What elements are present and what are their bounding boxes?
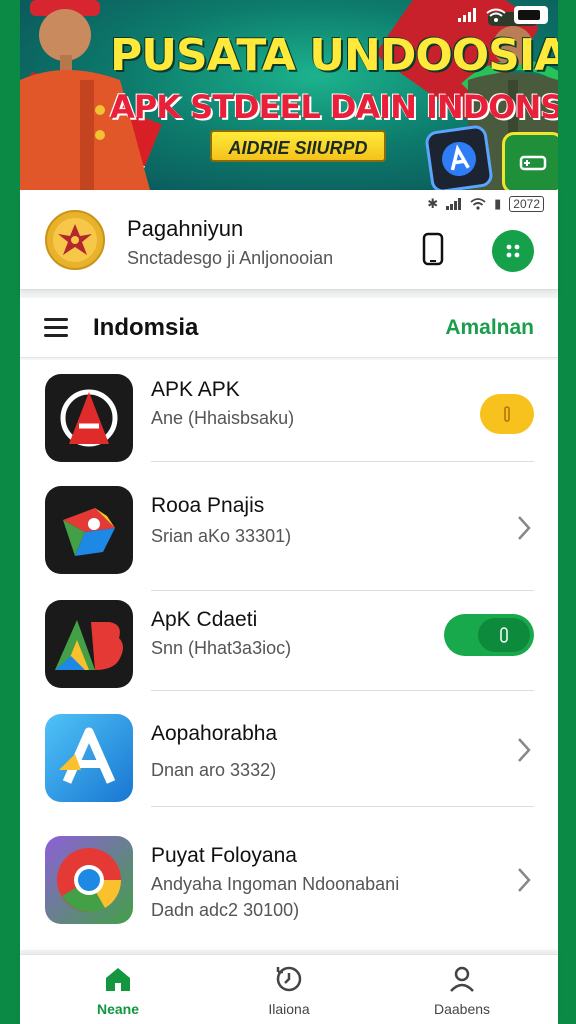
dots-grid-icon bbox=[506, 244, 520, 258]
user-icon bbox=[450, 966, 474, 992]
bottom-navigation: Neane Ilaiona Daabens bbox=[20, 954, 558, 1024]
item-title: Rooa Pnajis bbox=[151, 494, 265, 517]
item-subtitle: Srian aKo 33301) bbox=[151, 526, 292, 546]
item-subtitle: Ane (Hhaisbsaku) bbox=[151, 408, 295, 428]
nav-label: Ilaiona bbox=[268, 1001, 310, 1017]
nav-label: Daabens bbox=[433, 1001, 491, 1017]
divider bbox=[151, 590, 534, 591]
enable-toggle[interactable] bbox=[444, 614, 534, 656]
item-title: Aopahorabha bbox=[151, 722, 278, 745]
item-title: Puyat Foloyana bbox=[151, 844, 297, 867]
status-time: 2072 bbox=[509, 196, 544, 212]
list-item[interactable]: Puyat Foloyana Andyaha Ingoman Ndoonaban… bbox=[20, 836, 558, 936]
nav-profile[interactable]: Daabens bbox=[402, 963, 522, 1017]
divider bbox=[151, 806, 534, 807]
chevron-right-icon[interactable] bbox=[516, 866, 532, 894]
wifi-icon bbox=[486, 8, 506, 22]
section-action-link[interactable]: Amalnan bbox=[445, 316, 534, 340]
status-pill[interactable] bbox=[480, 394, 534, 434]
chevron-right-icon[interactable] bbox=[516, 514, 532, 542]
account-name: Pagahniyun bbox=[127, 216, 244, 241]
blue-a-store-icon bbox=[45, 714, 133, 802]
bluetooth-icon: ✱ bbox=[427, 196, 439, 211]
section-toolbar: Indomsia Amalnan bbox=[20, 298, 558, 358]
signal-icon bbox=[458, 8, 476, 22]
account-header: ✱ ▮ 2072 Pagahniyun Snctadesgo ji Anljon… bbox=[20, 190, 558, 290]
item-subtitle-secondary: Dadn adc2 30100) bbox=[151, 900, 300, 920]
controller-icon bbox=[519, 155, 547, 171]
list-item[interactable]: ApK Cdaeti Snn (Hhat3a3ioc) bbox=[20, 598, 558, 691]
item-title: APK APK bbox=[151, 378, 240, 401]
banner-badge[interactable]: AIDRIE SIIURPD bbox=[210, 130, 386, 162]
item-subtitle: Dnan aro 3332) bbox=[151, 760, 277, 780]
chrome-icon bbox=[45, 836, 133, 924]
divider bbox=[151, 461, 534, 462]
chevron-right-icon[interactable] bbox=[516, 736, 532, 764]
game-controller-tile[interactable] bbox=[502, 132, 558, 190]
emblem-avatar[interactable] bbox=[45, 210, 105, 270]
promo-banner[interactable]: PUSATA UNDOOSIA APK STDEEL DAIN INDONSIA… bbox=[20, 0, 558, 190]
signal-icon bbox=[446, 198, 462, 210]
item-subtitle: Snn (Hhat3a3ioc) bbox=[151, 638, 292, 658]
nav-label: Neane bbox=[96, 1001, 140, 1017]
toggle-knob bbox=[478, 618, 530, 652]
banner-status-bar bbox=[458, 6, 548, 24]
item-title: ApK Cdaeti bbox=[151, 608, 258, 631]
ab-letters-icon bbox=[45, 600, 133, 688]
list-item[interactable]: Aopahorabha Dnan aro 3332) bbox=[20, 712, 558, 807]
letter-a-icon bbox=[442, 141, 476, 176]
wifi-icon bbox=[470, 198, 486, 210]
hamburger-menu-icon[interactable] bbox=[44, 318, 68, 338]
nav-home[interactable]: Neane bbox=[58, 963, 178, 1017]
account-subtitle: Snctadesgo ji Anljonooian bbox=[127, 248, 334, 268]
garuda-emblem-icon bbox=[58, 224, 92, 255]
home-icon bbox=[106, 968, 130, 991]
app-frame: PUSATA UNDOOSIA APK STDEEL DAIN INDONSIA… bbox=[20, 0, 558, 1024]
app-store-tile[interactable] bbox=[423, 123, 495, 190]
info-icon bbox=[504, 406, 510, 422]
section-title: Indomsia bbox=[93, 314, 199, 341]
nav-history[interactable]: Ilaiona bbox=[229, 963, 349, 1017]
toggle-indicator-icon bbox=[500, 627, 508, 643]
google-arrow-icon bbox=[45, 486, 133, 574]
status-bar: ✱ ▮ 2072 bbox=[427, 196, 544, 212]
banner-title: PUSATA UNDOOSIA bbox=[110, 30, 558, 81]
list-item[interactable]: Rooa Pnajis Srian aKo 33301) bbox=[20, 484, 558, 591]
dots-grid-button[interactable] bbox=[492, 230, 534, 272]
phone-icon[interactable] bbox=[422, 232, 444, 266]
list-item[interactable]: APK APK Ane (Hhaisbsaku) bbox=[20, 372, 558, 462]
banner-subtitle: APK STDEEL DAIN INDONSIA bbox=[110, 88, 558, 126]
battery-icon: ▮ bbox=[494, 196, 502, 211]
item-subtitle: Andyaha Ingoman Ndoonabani bbox=[151, 874, 400, 894]
history-icon bbox=[276, 966, 302, 992]
red-a-logo-icon bbox=[45, 374, 133, 462]
app-list: APK APK Ane (Hhaisbsaku) Rooa Pnajis Sri… bbox=[20, 360, 558, 950]
divider bbox=[151, 690, 534, 691]
battery-icon bbox=[514, 6, 548, 24]
